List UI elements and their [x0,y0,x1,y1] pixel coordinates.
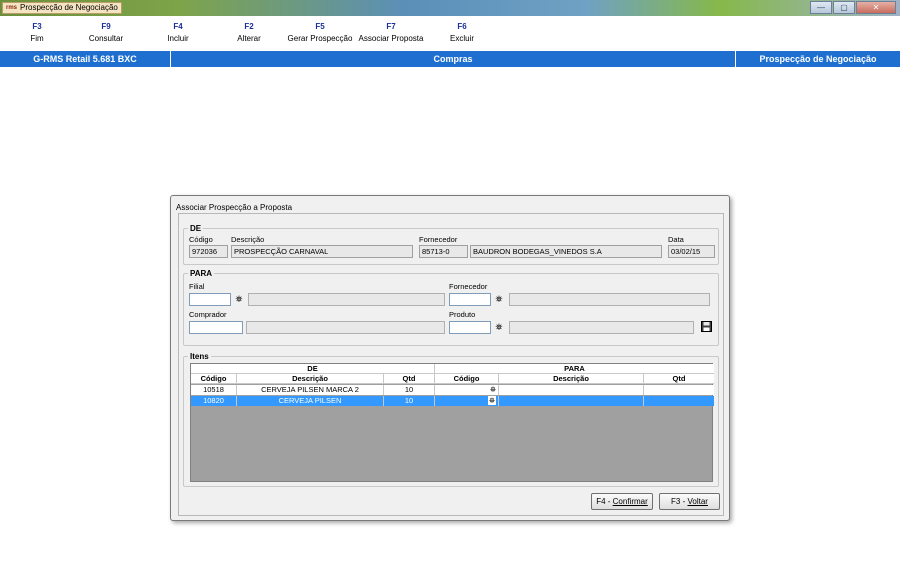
table-column-header: Código Descrição Qtd Código Descrição Qt… [191,374,714,384]
minimize-icon[interactable]: — [810,1,832,14]
row-qtd: 10 [384,385,435,395]
column-header[interactable]: Qtd [644,374,714,384]
column-header[interactable]: Qtd [384,374,435,384]
column-header[interactable]: Descrição [237,374,384,384]
button-label: Voltar [687,497,708,506]
button-label: Confirmar [612,497,648,506]
window-controls: — ▢ ✕ [810,1,896,14]
filial-label: Filial [189,282,205,291]
fkey-label: F5 [315,22,325,31]
app-logo-icon: rms [6,5,18,11]
row-para-qtd[interactable] [644,385,714,395]
version-label: G-RMS Retail 5.681 BXC [33,54,137,64]
voltar-button[interactable]: F3 - Voltar [659,493,720,510]
comprador-input[interactable] [189,321,243,334]
data-field: 03/02/15 [668,245,715,258]
fkey-text: Associar Proposta [358,34,424,43]
table-group-header: DE PARA [191,364,714,374]
gerar-prospeccao-button[interactable]: F5 Gerar Prospecção [286,22,354,43]
function-key-toolbar: F3 Fim F9 Consultar F4 Incluir F2 Altera… [0,16,900,50]
fkey-text: Incluir [167,34,189,43]
save-icon[interactable] [700,321,712,333]
window-title-tab[interactable]: rms Prospecção de Negociação [2,2,122,14]
row-descricao: CERVEJA PILSEN MARCA 2 [237,385,384,395]
window-title: Prospecção de Negociação [20,3,118,12]
column-header[interactable]: Código [435,374,499,384]
group-header-de: DE [191,364,435,374]
binoculars-icon[interactable]: ⛯ [493,321,505,333]
row-para-qtd[interactable] [644,396,714,406]
binoculars-icon[interactable]: ⛯ [435,396,499,406]
comprador-description-field [246,321,445,334]
fkey-label: F9 [101,22,111,31]
para-legend: PARA [188,269,215,278]
button-key: F3 - [671,497,688,506]
fkey-text: Consultar [88,34,124,43]
fkey-text: Excluir [449,34,474,43]
binoculars-icon[interactable]: ⛯ [493,293,505,305]
comprador-label: Comprador [189,310,227,319]
screen-label: Prospecção de Negociação [759,54,877,64]
de-legend: DE [188,224,204,233]
table-row[interactable]: 10518 CERVEJA PILSEN MARCA 2 10 ⛯ [191,385,714,395]
fkey-text: Alterar [237,34,261,43]
title-bar: rms Prospecção de Negociação — ▢ ✕ [0,0,900,16]
fornecedor-input[interactable] [449,293,491,306]
associar-proposta-button[interactable]: F7 Associar Proposta [356,22,426,43]
row-descricao: CERVEJA PILSEN [237,396,384,406]
binoculars-icon[interactable]: ⛯ [435,385,499,395]
button-key: F4 - [596,497,613,506]
codigo-field: 972036 [189,245,228,258]
row-codigo: 10518 [191,385,237,395]
excluir-button[interactable]: F6 Excluir [444,22,480,43]
descricao-label: Descrição [231,235,265,244]
fkey-text: Fim [30,34,44,43]
dialog-title: Associar Prospecção a Proposta [176,203,293,212]
codigo-label: Código [189,235,213,244]
confirmar-button[interactable]: F4 - Confirmar [591,493,653,510]
data-label: Data [668,235,684,244]
module-label: Compras [433,54,473,64]
maximize-icon[interactable]: ▢ [833,1,855,14]
fornecedor-label: Fornecedor [419,235,458,244]
fornecedor-code-field: 85713-0 [419,245,468,258]
fkey-label: F4 [173,22,183,31]
fornecedor-name-field: BAUDRON BODEGAS_VINEDOS S.A [470,245,662,258]
fkey-label: F2 [244,22,254,31]
fkey-text: Gerar Prospecção [287,34,353,43]
alterar-button[interactable]: F2 Alterar [230,22,268,43]
fornecedor-description-field [509,293,710,306]
fornecedor-para-label: Fornecedor [449,282,488,291]
fkey-label: F3 [32,22,42,31]
row-para-descricao [499,396,644,406]
itens-legend: Itens [188,352,211,361]
filial-description-field [248,293,445,306]
column-header[interactable]: Descrição [499,374,644,384]
binoculars-icon[interactable]: ⛯ [233,293,245,305]
row-codigo: 10820 [191,396,237,406]
fkey-label: F6 [457,22,467,31]
produto-input[interactable] [449,321,491,334]
close-icon[interactable]: ✕ [856,1,896,14]
row-qtd: 10 [384,396,435,406]
incluir-button[interactable]: F4 Incluir [160,22,196,43]
table-row-selected[interactable]: 10820 CERVEJA PILSEN 10 ⛯ [191,396,714,406]
column-header[interactable]: Código [191,374,237,384]
group-header-para: PARA [564,364,585,373]
itens-table[interactable]: DE PARA Código Descrição Qtd Código Desc… [190,363,714,482]
produto-label: Produto [449,310,476,319]
produto-description-field [509,321,694,334]
filial-input[interactable] [189,293,231,306]
row-para-descricao [499,385,644,395]
fkey-label: F7 [386,22,396,31]
status-bar: G-RMS Retail 5.681 BXC Compras Prospecçã… [0,51,900,67]
descricao-field: PROSPECÇÃO CARNAVAL [231,245,413,258]
fim-button[interactable]: F3 Fim [22,22,52,43]
consultar-button[interactable]: F9 Consultar [84,22,128,43]
